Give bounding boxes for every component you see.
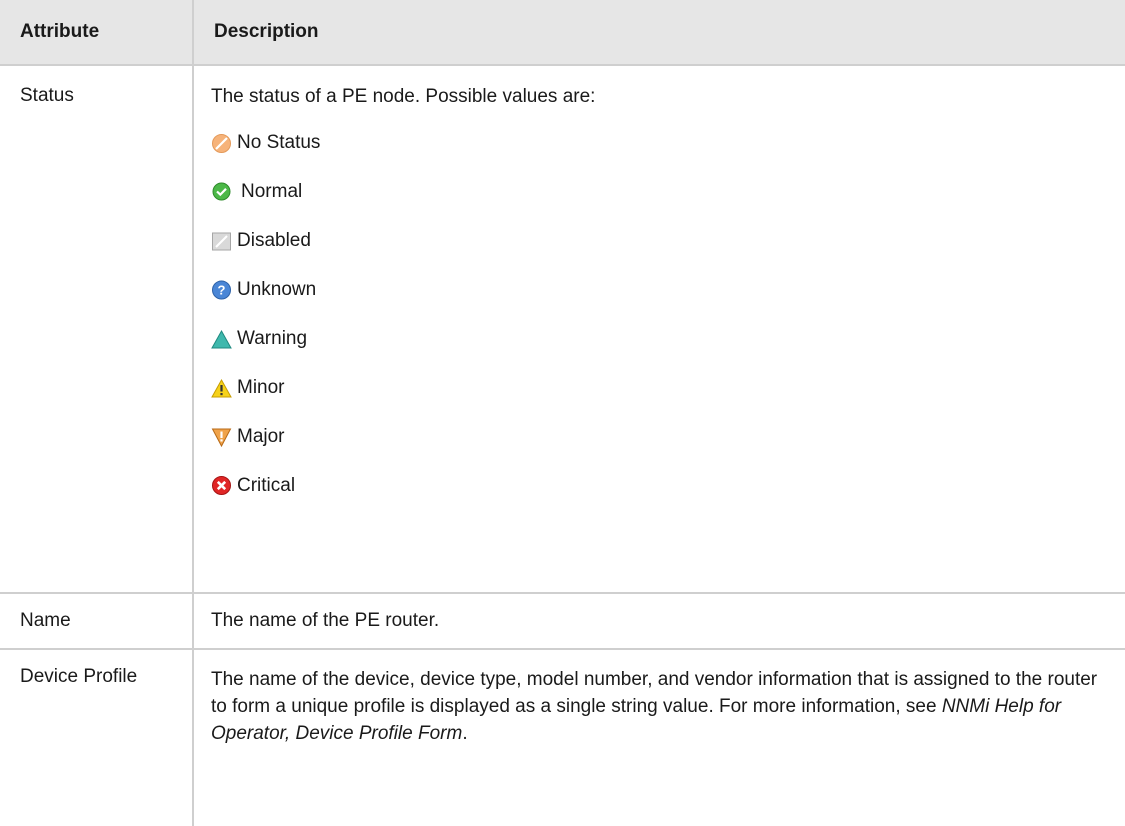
major-icon (211, 427, 232, 448)
status-value-label: Major (237, 426, 285, 447)
status-values-list: No Status Normal Disabled ? Unknown Warn… (211, 131, 1125, 498)
status-value-item: Normal (211, 180, 1125, 204)
status-value-item: Minor (211, 376, 1125, 400)
description-cell-name: The name of the PE router. (192, 593, 1125, 650)
table-row-name: Name The name of the PE router. (0, 593, 1125, 650)
normal-icon (211, 182, 232, 203)
status-intro: The status of a PE node. Possible values… (211, 86, 596, 107)
status-value-item: No Status (211, 131, 1125, 155)
attribute-cell-device-profile: Device Profile (20, 666, 138, 687)
disabled-icon (211, 231, 232, 252)
status-value-label: Disabled (237, 230, 311, 251)
minor-icon (211, 378, 232, 399)
status-value-item: Major (211, 425, 1125, 449)
header-row: Attribute Description (0, 0, 1125, 66)
status-value-item: ? Unknown (211, 278, 1125, 302)
table-row-status: Status The status of a PE node. Possible… (0, 65, 1125, 594)
attribute-cell-name: Name (0, 593, 193, 650)
description-cell-status: The status of a PE node. Possible values… (192, 65, 1125, 594)
critical-icon (211, 475, 232, 497)
status-value-label: Critical (237, 475, 296, 496)
unknown-icon: ? (211, 280, 232, 301)
no-status-icon (211, 133, 232, 154)
status-value-label: Normal (241, 181, 303, 202)
status-value-label: Unknown (237, 279, 317, 300)
attribute-column-header: Attribute (0, 0, 194, 66)
status-value-item: Disabled (211, 229, 1125, 253)
status-value-item: Critical (211, 474, 1125, 498)
table-row-device-profile: Device Profile The name of the device, d… (0, 649, 1125, 826)
status-value-label: No Status (237, 132, 321, 153)
status-value-label: Warning (237, 328, 308, 349)
warning-icon (211, 329, 232, 350)
device-profile-text-end: . (462, 723, 468, 744)
status-value-label: Minor (237, 377, 285, 398)
device-profile-description: The name of the device, device type, mod… (211, 666, 1111, 747)
svg-text:?: ? (218, 282, 226, 297)
attribute-cell-status: Status (0, 65, 193, 594)
status-value-item: Warning (211, 327, 1125, 351)
description-column-header: Description (192, 0, 1125, 66)
attributes-table: Attribute Description Status The status … (0, 0, 1125, 826)
description-cell-device-profile: The name of the device, device type, mod… (192, 649, 1125, 826)
